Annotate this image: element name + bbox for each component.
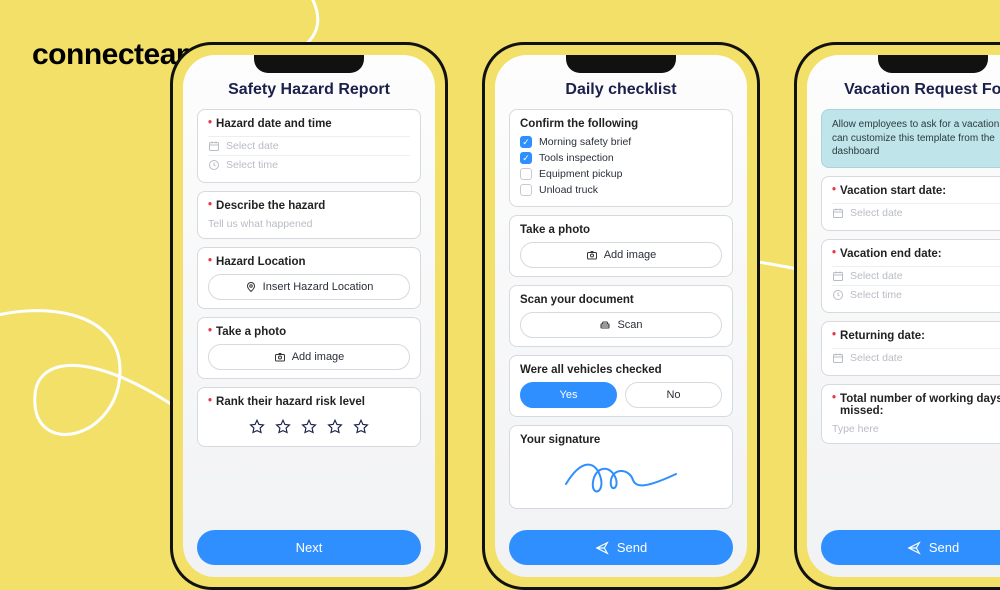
calendar-icon bbox=[832, 207, 844, 219]
date-input[interactable]: Select date bbox=[832, 203, 1000, 222]
label-signature: Your signature bbox=[520, 434, 600, 446]
label-rank: Rank their hazard risk level bbox=[216, 396, 365, 408]
field-describe-hazard[interactable]: •Describe the hazard Tell us what happen… bbox=[197, 191, 421, 239]
checkbox-row[interactable]: Equipment pickup bbox=[520, 166, 722, 182]
star-icon[interactable] bbox=[352, 418, 370, 436]
label-days: Total number of working days missed: bbox=[840, 393, 1000, 417]
label-confirm: Confirm the following bbox=[520, 118, 638, 130]
checkbox-icon: ✓ bbox=[520, 136, 532, 148]
time-input[interactable]: Select time bbox=[832, 285, 1000, 304]
field-signature[interactable]: Your signature bbox=[509, 425, 733, 509]
time-input[interactable]: Select time bbox=[208, 155, 410, 174]
describe-placeholder: Tell us what happened bbox=[208, 218, 410, 230]
label-location: Hazard Location bbox=[216, 256, 305, 268]
field-rank-risk: •Rank their hazard risk level bbox=[197, 387, 421, 447]
field-returning-date[interactable]: •Returning date: Select date bbox=[821, 321, 1000, 376]
field-scan-document: Scan your document Scan bbox=[509, 285, 733, 347]
screen-checklist: Daily checklist Confirm the following ✓M… bbox=[495, 55, 747, 577]
label-describe: Describe the hazard bbox=[216, 200, 325, 212]
pin-icon bbox=[245, 281, 257, 293]
field-start-date[interactable]: •Vacation start date: Select date bbox=[821, 176, 1000, 231]
scan-button[interactable]: Scan bbox=[520, 312, 722, 338]
send-icon bbox=[595, 541, 609, 555]
calendar-icon bbox=[208, 140, 220, 152]
label-photo: Take a photo bbox=[520, 224, 590, 236]
phone-safety: Safety Hazard Report •Hazard date and ti… bbox=[170, 42, 448, 590]
checkbox-icon bbox=[520, 168, 532, 180]
label-photo: Take a photo bbox=[216, 326, 286, 338]
field-vehicles-checked: Were all vehicles checked Yes No bbox=[509, 355, 733, 417]
label-hazard-datetime: Hazard date and time bbox=[216, 118, 332, 130]
page-title: Vacation Request Form bbox=[821, 81, 1000, 99]
label-end: Vacation end date: bbox=[840, 248, 942, 260]
date-input[interactable]: Select date bbox=[832, 266, 1000, 285]
days-placeholder: Type here bbox=[832, 423, 1000, 435]
page-title: Daily checklist bbox=[509, 81, 733, 99]
calendar-icon bbox=[832, 270, 844, 282]
clock-icon bbox=[832, 289, 844, 301]
camera-icon bbox=[274, 351, 286, 363]
scan-icon bbox=[599, 319, 611, 331]
add-image-button[interactable]: Add image bbox=[208, 344, 410, 370]
label-returning: Returning date: bbox=[840, 330, 925, 342]
field-end-date[interactable]: •Vacation end date: Select date Select t… bbox=[821, 239, 1000, 313]
phone-checklist: Daily checklist Confirm the following ✓M… bbox=[482, 42, 760, 590]
field-hazard-location[interactable]: •Hazard Location Insert Hazard Location bbox=[197, 247, 421, 309]
field-days-missed[interactable]: •Total number of working days missed: Ty… bbox=[821, 384, 1000, 444]
star-rating[interactable] bbox=[208, 414, 410, 438]
calendar-icon bbox=[832, 352, 844, 364]
clock-icon bbox=[208, 159, 220, 171]
phone-vacation: Vacation Request Form Allow employees to… bbox=[794, 42, 1000, 590]
camera-icon bbox=[586, 249, 598, 261]
signature-icon bbox=[561, 454, 681, 498]
checkbox-icon: ✓ bbox=[520, 152, 532, 164]
label-vehicles: Were all vehicles checked bbox=[520, 364, 662, 376]
field-take-photo: •Take a photo Add image bbox=[197, 317, 421, 379]
star-icon[interactable] bbox=[300, 418, 318, 436]
add-image-button[interactable]: Add image bbox=[520, 242, 722, 268]
label-start: Vacation start date: bbox=[840, 185, 946, 197]
field-hazard-datetime[interactable]: •Hazard date and time Select date Select… bbox=[197, 109, 421, 183]
date-input[interactable]: Select date bbox=[208, 136, 410, 155]
phone-row: Safety Hazard Report •Hazard date and ti… bbox=[170, 42, 1000, 590]
signature-pad[interactable] bbox=[520, 452, 722, 500]
star-icon[interactable] bbox=[326, 418, 344, 436]
screen-safety: Safety Hazard Report •Hazard date and ti… bbox=[183, 55, 435, 577]
checkbox-row[interactable]: ✓Tools inspection bbox=[520, 150, 722, 166]
page-title: Safety Hazard Report bbox=[197, 81, 421, 99]
screen-vacation: Vacation Request Form Allow employees to… bbox=[807, 55, 1000, 577]
checkbox-icon bbox=[520, 184, 532, 196]
checkbox-row[interactable]: Unload truck bbox=[520, 182, 722, 198]
field-confirm: Confirm the following ✓Morning safety br… bbox=[509, 109, 733, 207]
date-input[interactable]: Select date bbox=[832, 348, 1000, 367]
info-banner: Allow employees to ask for a vacation. Y… bbox=[821, 109, 1000, 168]
yes-button[interactable]: Yes bbox=[520, 382, 617, 408]
no-button[interactable]: No bbox=[625, 382, 722, 408]
field-take-photo: Take a photo Add image bbox=[509, 215, 733, 277]
location-input[interactable]: Insert Hazard Location bbox=[208, 274, 410, 300]
star-icon[interactable] bbox=[274, 418, 292, 436]
checkbox-row[interactable]: ✓Morning safety brief bbox=[520, 134, 722, 150]
star-icon[interactable] bbox=[248, 418, 266, 436]
label-scan: Scan your document bbox=[520, 294, 634, 306]
send-icon bbox=[907, 541, 921, 555]
